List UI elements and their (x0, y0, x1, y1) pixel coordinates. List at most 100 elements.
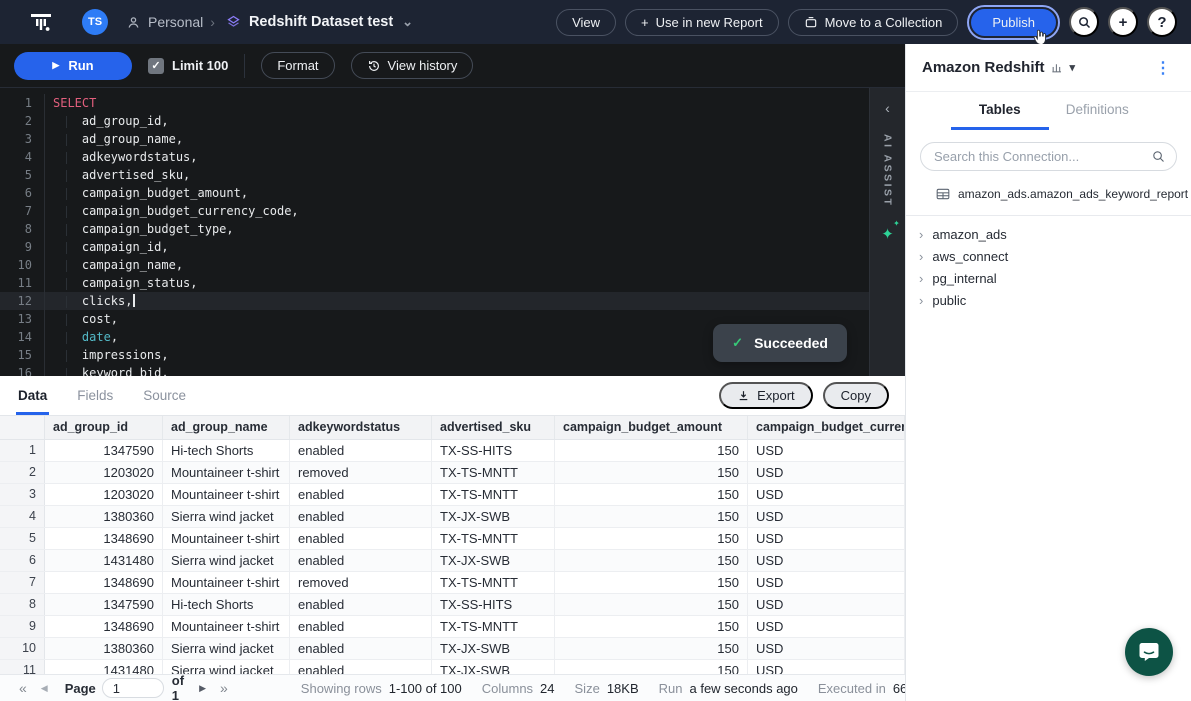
editor-line[interactable]: 10 campaign_name, (0, 256, 905, 274)
cell-campaign-budget-amount[interactable]: 150 (555, 506, 748, 527)
cell-ad-group-name[interactable]: Mountaineer t-shirt (163, 616, 290, 637)
schema-tree-item[interactable]: public (906, 289, 1191, 311)
cell-advertised-sku[interactable]: TX-TS-MNTT (432, 484, 555, 505)
table-row[interactable]: 9 1348690 Mountaineer t-shirt enabled TX… (0, 616, 905, 638)
schema-tree-item[interactable]: pg_internal (906, 267, 1191, 289)
cell-campaign-budget-amount[interactable]: 150 (555, 484, 748, 505)
cell-campaign-budget-currency[interactable]: USD (748, 462, 905, 483)
cell-campaign-budget-currency[interactable]: USD (748, 440, 905, 461)
cell-ad-group-name[interactable]: Mountaineer t-shirt (163, 528, 290, 549)
schema-tree-item[interactable]: aws_connect (906, 245, 1191, 267)
cell-ad-group-name[interactable]: Sierra wind jacket (163, 638, 290, 659)
collapse-chevron-icon[interactable]: ‹ (885, 100, 890, 116)
breadcrumb-personal[interactable]: Personal (148, 14, 203, 30)
editor-line[interactable]: 1 SELECT (0, 94, 905, 112)
cell-campaign-budget-currency[interactable]: USD (748, 594, 905, 615)
results-tab[interactable]: Fields (75, 378, 115, 415)
limit-checkbox[interactable]: ✓ (148, 58, 164, 74)
use-in-new-report-button[interactable]: + Use in new Report (625, 9, 779, 36)
create-new-button[interactable]: + (1108, 7, 1138, 37)
view-button[interactable]: View (556, 9, 616, 36)
cell-campaign-budget-currency[interactable]: USD (748, 484, 905, 505)
editor-line[interactable]: 12 clicks, (0, 292, 905, 310)
kebab-menu-icon[interactable]: ⋮ (1151, 58, 1175, 78)
cell-advertised-sku[interactable]: TX-JX-SWB (432, 660, 555, 674)
cell-ad-group-name[interactable]: Mountaineer t-shirt (163, 572, 290, 593)
cell-ad-group-name[interactable]: Hi-tech Shorts (163, 594, 290, 615)
cell-advertised-sku[interactable]: TX-TS-MNTT (432, 528, 555, 549)
editor-line[interactable]: 16 keyword_bid, (0, 364, 905, 376)
cell-adkeywordstatus[interactable]: enabled (290, 550, 432, 571)
cell-ad-group-id[interactable]: 1203020 (45, 484, 163, 505)
cell-ad-group-id[interactable]: 1431480 (45, 550, 163, 571)
column-header[interactable]: adkeywordstatus (290, 416, 432, 439)
cell-campaign-budget-currency[interactable]: USD (748, 616, 905, 637)
help-button[interactable]: ? (1147, 7, 1177, 37)
cell-campaign-budget-amount[interactable]: 150 (555, 660, 748, 674)
column-header[interactable]: campaign_budget_currency_code (748, 416, 905, 439)
view-history-button[interactable]: View history (351, 52, 474, 79)
search-connection-input[interactable] (920, 142, 1177, 171)
cell-adkeywordstatus[interactable]: enabled (290, 638, 432, 659)
table-row[interactable]: 6 1431480 Sierra wind jacket enabled TX-… (0, 550, 905, 572)
connection-selector[interactable]: Amazon Redshift ▾ (922, 59, 1075, 76)
column-header[interactable]: campaign_budget_amount (555, 416, 748, 439)
editor-line[interactable]: 9 campaign_id, (0, 238, 905, 256)
results-tab[interactable]: Data (16, 378, 49, 415)
table-row[interactable]: 3 1203020 Mountaineer t-shirt enabled TX… (0, 484, 905, 506)
cell-ad-group-id[interactable]: 1348690 (45, 572, 163, 593)
move-to-collection-button[interactable]: Move to a Collection (788, 9, 959, 36)
prev-page-icon[interactable]: ◀ (34, 683, 55, 694)
cell-adkeywordstatus[interactable]: enabled (290, 506, 432, 527)
cell-ad-group-id[interactable]: 1348690 (45, 528, 163, 549)
cell-ad-group-name[interactable]: Mountaineer t-shirt (163, 484, 290, 505)
avatar[interactable]: TS (82, 9, 108, 35)
cell-advertised-sku[interactable]: TX-JX-SWB (432, 550, 555, 571)
cell-advertised-sku[interactable]: TX-SS-HITS (432, 594, 555, 615)
cell-ad-group-name[interactable]: Sierra wind jacket (163, 660, 290, 674)
title-caret-icon[interactable]: ⌄ (402, 14, 413, 30)
run-button[interactable]: ▶ Run (14, 52, 132, 80)
page-number-input[interactable] (102, 678, 164, 698)
editor-line[interactable]: 7 campaign_budget_currency_code, (0, 202, 905, 220)
editor-line[interactable]: 4 adkeywordstatus, (0, 148, 905, 166)
results-tab[interactable]: Source (141, 378, 188, 415)
cell-advertised-sku[interactable]: TX-JX-SWB (432, 506, 555, 527)
cell-adkeywordstatus[interactable]: enabled (290, 616, 432, 637)
editor-line[interactable]: 6 campaign_budget_amount, (0, 184, 905, 202)
search-button[interactable] (1069, 7, 1099, 37)
column-header[interactable]: ad_group_id (45, 416, 163, 439)
cell-ad-group-id[interactable]: 1380360 (45, 638, 163, 659)
cell-ad-group-name[interactable]: Hi-tech Shorts (163, 440, 290, 461)
cell-campaign-budget-currency[interactable]: USD (748, 638, 905, 659)
table-row[interactable]: 10 1380360 Sierra wind jacket enabled TX… (0, 638, 905, 660)
cell-adkeywordstatus[interactable]: enabled (290, 484, 432, 505)
first-page-icon[interactable]: « (12, 680, 34, 696)
sidebar-tab[interactable]: Tables (951, 92, 1049, 130)
cell-adkeywordstatus[interactable]: enabled (290, 528, 432, 549)
table-row[interactable]: 8 1347590 Hi-tech Shorts enabled TX-SS-H… (0, 594, 905, 616)
cell-campaign-budget-amount[interactable]: 150 (555, 528, 748, 549)
table-row[interactable]: 7 1348690 Mountaineer t-shirt removed TX… (0, 572, 905, 594)
cell-ad-group-name[interactable]: Mountaineer t-shirt (163, 462, 290, 483)
cell-ad-group-id[interactable]: 1348690 (45, 616, 163, 637)
export-button[interactable]: Export (719, 382, 813, 409)
table-row[interactable]: 4 1380360 Sierra wind jacket enabled TX-… (0, 506, 905, 528)
cell-ad-group-id[interactable]: 1431480 (45, 660, 163, 674)
cell-ad-group-id[interactable]: 1203020 (45, 462, 163, 483)
editor-line[interactable]: 2 ad_group_id, (0, 112, 905, 130)
copy-button[interactable]: Copy (823, 382, 889, 409)
cell-adkeywordstatus[interactable]: removed (290, 462, 432, 483)
cell-campaign-budget-currency[interactable]: USD (748, 506, 905, 527)
table-row[interactable]: 11 1431480 Sierra wind jacket enabled TX… (0, 660, 905, 674)
cell-campaign-budget-amount[interactable]: 150 (555, 638, 748, 659)
sidebar-tab[interactable]: Definitions (1049, 92, 1147, 130)
document-title[interactable]: Redshift Dataset test ⌄ (225, 14, 413, 31)
editor-line[interactable]: 11 campaign_status, (0, 274, 905, 292)
cell-advertised-sku[interactable]: TX-TS-MNTT (432, 462, 555, 483)
column-header[interactable]: advertised_sku (432, 416, 555, 439)
cell-ad-group-id[interactable]: 1380360 (45, 506, 163, 527)
cell-campaign-budget-amount[interactable]: 150 (555, 616, 748, 637)
cell-campaign-budget-amount[interactable]: 150 (555, 462, 748, 483)
format-button[interactable]: Format (261, 52, 334, 79)
